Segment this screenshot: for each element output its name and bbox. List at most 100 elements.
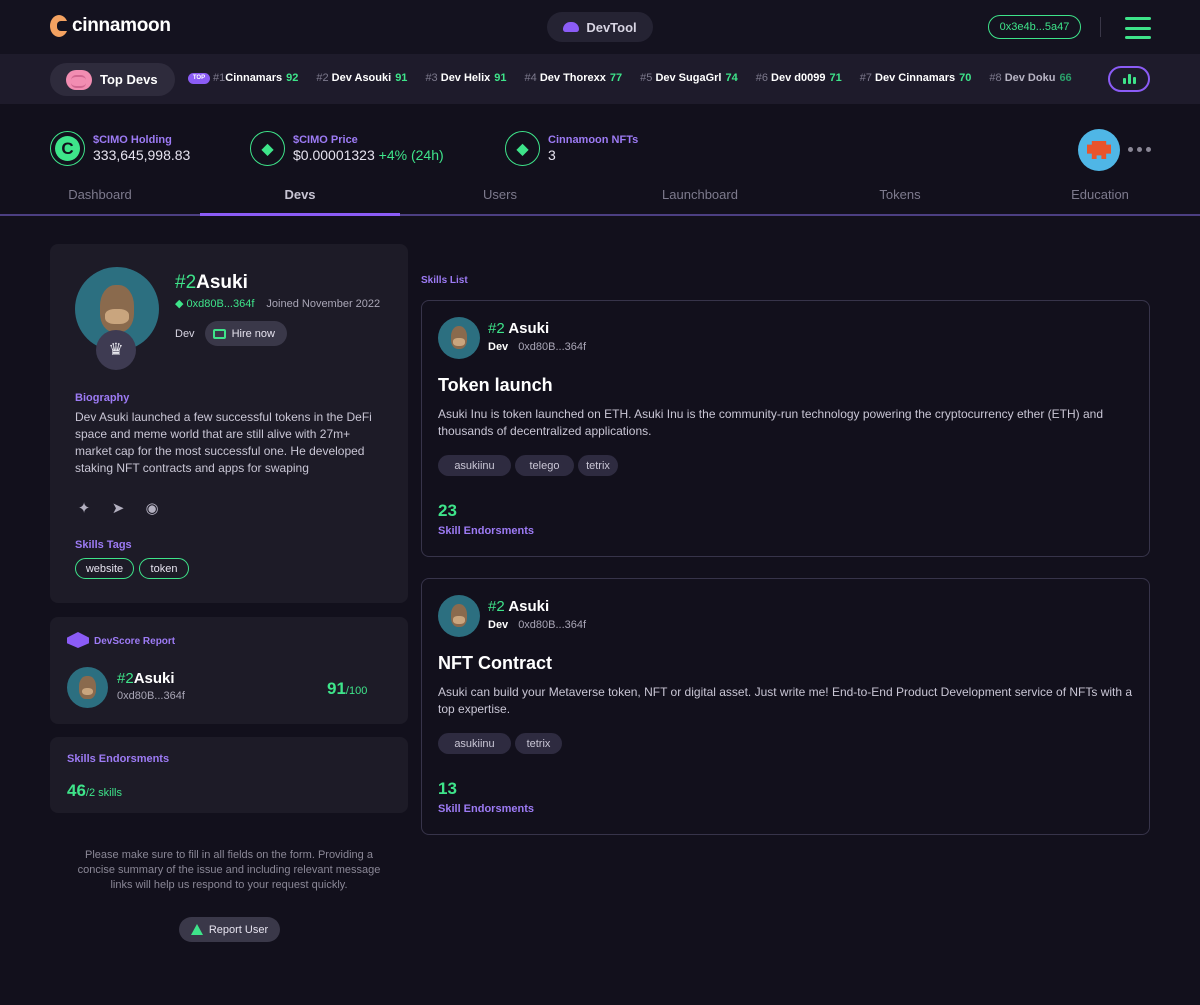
devscore-value: 91/100: [327, 679, 368, 698]
skill-endorsement-label: Skill Endorsments: [438, 525, 534, 537]
social-links: ✦ ➤ ◉: [75, 499, 161, 517]
active-tab-indicator: [200, 213, 400, 216]
profile-title: #2Asuki: [175, 272, 248, 293]
ticker-item[interactable]: #3 Dev Helix 91: [425, 72, 506, 84]
stat-nfts-label: Cinnamoon NFTs: [548, 134, 639, 146]
skill-chip[interactable]: telego: [515, 455, 574, 476]
devscore-avatar: [67, 667, 108, 708]
biography-label: Biography: [75, 392, 130, 404]
tab-education[interactable]: Education: [1000, 187, 1200, 202]
stat-price-label: $CIMO Price: [293, 134, 358, 146]
skill-description: Asuki can build your Metaverse token, NF…: [438, 685, 1133, 716]
tab-devs[interactable]: Devs: [200, 187, 400, 202]
skill-dev-meta: Dev 0xd80B...364f: [488, 619, 587, 631]
more-options-icon[interactable]: [1128, 147, 1151, 152]
devscore-name: #2Asuki: [117, 670, 175, 687]
stat-price-value: $0.00001323 +4% (24h): [293, 147, 444, 163]
devscore-label: DevScore Report: [94, 636, 176, 647]
ticker-item[interactable]: #2 Dev Asouki 91: [316, 72, 407, 84]
skill-chip[interactable]: asukiinu: [438, 733, 511, 754]
crown-icon: ♛: [96, 330, 136, 370]
space-invader-icon: [1087, 141, 1111, 159]
top-devs-ticker: Top Devs TOP #1Cinnamars 92 #2 Dev Asouki…: [0, 54, 1200, 104]
skill-description: Asuki Inu is token launched on ETH. Asuk…: [438, 407, 1103, 438]
ticker-item[interactable]: #6 Dev d0099 71: [756, 72, 842, 84]
logo[interactable]: cinnamoon: [50, 15, 171, 37]
ethereum-icon: ◆: [505, 131, 540, 166]
skill-endorsement-count: 23: [438, 501, 457, 520]
skill-avatar: [438, 317, 480, 359]
wallet-address-button[interactable]: 0x3e4b...5a47: [988, 15, 1081, 39]
stat-holding-label: $CIMO Holding: [93, 134, 172, 146]
skill-title: NFT Contract: [438, 653, 552, 673]
skill-avatar: [438, 595, 480, 637]
stat-price: ◆ $CIMO Price $0.00001323 +4% (24h): [250, 131, 444, 166]
hamburger-menu-icon[interactable]: [1125, 17, 1151, 39]
user-avatar[interactable]: [1078, 129, 1120, 171]
report-user-label: Report User: [208, 923, 269, 936]
warning-icon: [190, 924, 203, 935]
profile-meta: ◆ 0xd80B...364f Joined November 2022: [175, 297, 381, 311]
devtool-button[interactable]: DevTool: [547, 12, 653, 42]
skill-dev-meta: Dev 0xd80B...364f: [488, 341, 587, 353]
twitter-icon[interactable]: ✦: [75, 499, 93, 517]
profile-address[interactable]: ◆ 0xd80B...364f: [175, 297, 254, 310]
tab-users[interactable]: Users: [400, 187, 600, 202]
discord-icon[interactable]: ◉: [143, 499, 161, 517]
stats-chart-button[interactable]: [1108, 66, 1150, 92]
stat-holding-value: 333,645,998.83: [93, 147, 191, 163]
stat-nfts: ◆ Cinnamoon NFTs 3: [505, 131, 638, 166]
ticker-list: TOP #1Cinnamars 92 #2 Dev Asouki 91 #3 Dev…: [188, 72, 1090, 84]
skill-endorsement-label: Skill Endorsments: [438, 803, 534, 815]
endorsements-value: 46/2 skills: [67, 781, 122, 800]
tab-launchboard[interactable]: Launchboard: [600, 187, 800, 202]
devscore-address: 0xd80B...364f: [117, 690, 185, 702]
ticker-item[interactable]: #7 Dev Cinnamars 70: [860, 72, 972, 84]
briefcase-icon: [212, 328, 226, 339]
header-divider: [1100, 17, 1101, 37]
tabs-divider: [0, 214, 1200, 216]
stat-nfts-value: 3: [548, 147, 556, 163]
ticker-item[interactable]: #4 Dev Thorexx 77: [525, 72, 623, 84]
devtool-label: DevTool: [586, 19, 637, 35]
skills-tags-label: Skills Tags: [75, 539, 132, 551]
hire-now-label: Hire now: [231, 327, 275, 340]
hire-now-button[interactable]: Hire now: [204, 321, 287, 346]
cinnamoon-logo-icon: [50, 15, 68, 37]
top-badge: TOP: [188, 72, 210, 84]
main-tabs: Dashboard Devs Users Launchboard Tokens …: [0, 187, 1200, 217]
profile-role-row: Dev Hire now: [175, 321, 287, 346]
stat-holding: C $CIMO Holding 333,645,998.83: [50, 131, 190, 166]
skill-dev-name: #2 Asuki: [488, 598, 550, 615]
endorsements-card: [50, 737, 408, 813]
skill-chip[interactable]: tetrix: [515, 733, 562, 754]
skill-title: Token launch: [438, 375, 553, 395]
skill-endorsement-count: 13: [438, 779, 457, 798]
skill-chip[interactable]: tetrix: [578, 455, 618, 476]
report-user-button[interactable]: Report User: [179, 917, 280, 942]
biography-text: Dev Asuki launched a few successful toke…: [75, 410, 372, 475]
ticker-item[interactable]: #8 Dev Doku 66: [989, 72, 1071, 84]
tab-dashboard[interactable]: Dashboard: [0, 187, 200, 202]
devscore-card: [50, 617, 408, 724]
top-devs-label: Top Devs: [100, 72, 158, 87]
skill-chip[interactable]: asukiinu: [438, 455, 511, 476]
brain-icon: [66, 69, 92, 90]
logo-text: cinnamoon: [72, 15, 171, 36]
ticker-item[interactable]: #1Cinnamars 92: [213, 72, 298, 84]
telegram-icon[interactable]: ➤: [109, 499, 127, 517]
skills-list-label: Skills List: [421, 275, 468, 286]
devtool-icon: [563, 22, 580, 32]
profile-role: Dev: [175, 327, 195, 340]
skill-dev-name: #2 Asuki: [488, 320, 550, 337]
endorsements-label: Skills Endorsments: [67, 753, 170, 765]
report-notice: Please make sure to fill in all fields o…: [77, 849, 381, 891]
profile-joined: Joined November 2022: [266, 297, 381, 310]
skill-tag[interactable]: token: [139, 558, 189, 579]
top-devs-button[interactable]: Top Devs: [50, 63, 175, 96]
tab-tokens[interactable]: Tokens: [800, 187, 1000, 202]
skill-tag[interactable]: website: [75, 558, 134, 579]
ticker-item[interactable]: #5 Dev SugaGrl 74: [640, 72, 738, 84]
ethereum-icon: ◆: [250, 131, 285, 166]
top-bar: cinnamoon DevTool 0x3e4b...5a47: [0, 0, 1200, 54]
